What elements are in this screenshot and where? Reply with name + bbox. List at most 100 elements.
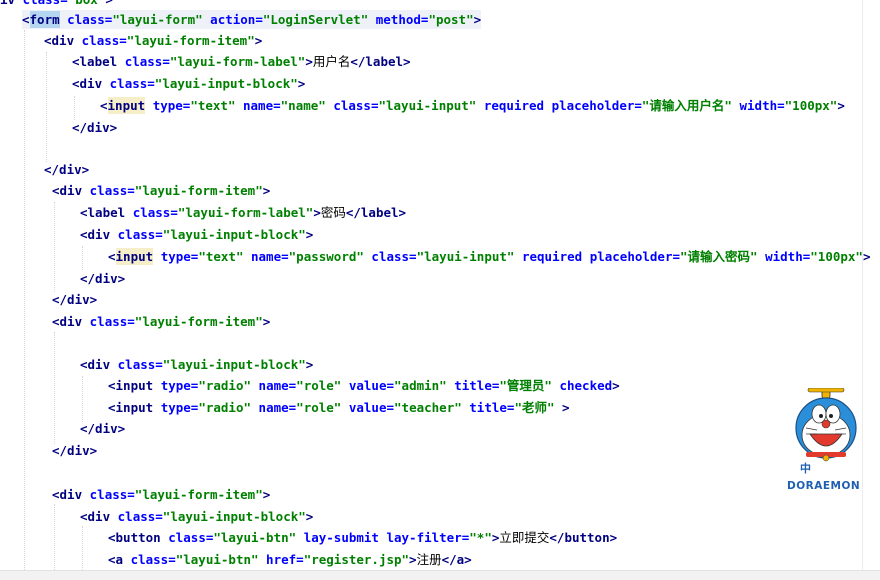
code-token: <label [80, 205, 133, 220]
code-line[interactable]: <input type="radio" name="role" value="a… [108, 376, 620, 395]
code-token: action= [202, 12, 263, 27]
code-token: class= [59, 12, 113, 27]
code-line[interactable]: <button class="layui-btn" lay-submit lay… [108, 528, 617, 547]
code-token: <div [80, 227, 118, 242]
indent-guide [54, 332, 55, 444]
code-token: "layui-form-item" [134, 183, 263, 198]
code-token: value= [341, 400, 395, 415]
code-token: "radio" [198, 378, 252, 393]
code-line[interactable]: <div class="layui-input-block"> [72, 74, 305, 93]
code-token: <div [80, 509, 118, 524]
code-token: type= [153, 249, 199, 264]
code-token: lay-submit lay-filter= [296, 530, 470, 545]
code-token: </div> [52, 443, 98, 458]
code-line[interactable]: <form class="layui-form" action="LoginSe… [22, 10, 482, 29]
code-token: </div> [72, 120, 118, 135]
code-token: > [262, 183, 271, 198]
code-line[interactable]: </div> [52, 290, 97, 309]
code-token: </div> [80, 271, 126, 286]
code-token: "LoginServlet" [262, 12, 369, 27]
code-token: </div> [80, 421, 126, 436]
code-token: "layui-form-label" [177, 205, 314, 220]
code-token: 用户名 [312, 54, 351, 69]
propeller-icon [807, 388, 845, 399]
code-line[interactable]: <a class="layui-btn" href="register.jsp"… [108, 550, 472, 569]
code-token: title= [461, 400, 515, 415]
code-token: input [115, 248, 154, 265]
code-token: > [409, 552, 417, 567]
code-token: "layui-form-item" [134, 314, 263, 329]
code-editor[interactable]: iv class="box"><form class="layui-form" … [0, 0, 880, 570]
code-line[interactable]: <input type="text" name="name" class="la… [100, 96, 845, 115]
code-token: href= [258, 552, 304, 567]
code-token: "layui-form-label" [169, 54, 306, 69]
code-token: 立即提交 [499, 530, 550, 545]
code-token: "layui-btn" [175, 552, 259, 567]
code-token: <label [72, 54, 125, 69]
code-token: > [305, 227, 314, 242]
code-token: class= [168, 530, 214, 545]
code-token: class= [117, 357, 163, 372]
code-token: name= [251, 400, 297, 415]
code-token: method= [368, 12, 429, 27]
code-line[interactable]: iv class="box"> [0, 0, 113, 9]
code-token: "admin" [394, 378, 447, 393]
code-line[interactable]: <div class="layui-form-item"> [52, 312, 270, 331]
code-line[interactable]: <div class="layui-input-block"> [80, 355, 313, 374]
code-token: > [262, 314, 271, 329]
code-token: > [862, 249, 871, 264]
indent-guide [82, 246, 83, 270]
code-token: </div> [44, 162, 90, 177]
code-token: "text" [190, 98, 236, 113]
code-line[interactable]: </div> [80, 419, 125, 438]
code-token: type= [145, 98, 191, 113]
indent-guide [82, 526, 83, 570]
code-token: "*" [469, 530, 492, 545]
code-token: checked [551, 378, 613, 393]
code-token: width= [731, 98, 785, 113]
code-token: "role" [296, 400, 342, 415]
code-token: value= [341, 378, 395, 393]
code-token: > [297, 76, 306, 91]
code-token: class= [23, 0, 68, 8]
code-token: input [107, 97, 146, 114]
code-token: > [305, 509, 314, 524]
code-token: "请输入密码" [680, 249, 758, 264]
code-token: </div> [52, 292, 98, 307]
code-token: <div [72, 76, 110, 91]
code-line[interactable]: <label class="layui-form-label">密码</labe… [80, 203, 406, 222]
code-token: <div [80, 357, 118, 372]
code-token: "layui-input" [416, 249, 515, 264]
code-token: > [262, 487, 271, 502]
code-token: <button [108, 530, 169, 545]
code-token: 密码 [320, 205, 346, 220]
code-token: </button> [549, 530, 618, 545]
code-line[interactable]: <div class="layui-input-block"> [80, 225, 313, 244]
code-line[interactable]: </div> [72, 118, 117, 137]
code-token: "teacher" [394, 400, 462, 415]
code-token: "password" [288, 249, 364, 264]
code-line[interactable]: </div> [52, 441, 97, 460]
code-line[interactable]: </div> [44, 160, 89, 179]
code-line[interactable]: <input type="radio" name="role" value="t… [108, 398, 570, 417]
code-line[interactable]: <div class="layui-input-block"> [80, 507, 313, 526]
code-token: < [100, 98, 108, 113]
code-line[interactable]: </div> [80, 269, 125, 288]
code-line[interactable]: <div class="layui-form-item"> [44, 31, 262, 50]
code-token: 注册 [416, 552, 442, 567]
code-token: "老师" [514, 400, 555, 415]
code-token: name= [235, 98, 281, 113]
code-line[interactable]: <div class="layui-form-item"> [52, 485, 270, 504]
code-line[interactable]: <label class="layui-form-label">用户名</lab… [72, 52, 411, 71]
code-token: "layui-form-item" [134, 487, 263, 502]
code-token: width= [757, 249, 811, 264]
code-token: name= [251, 378, 297, 393]
code-token: < [108, 249, 116, 264]
indent-guide [46, 52, 47, 162]
code-line[interactable]: <input type="text" name="password" class… [108, 247, 870, 266]
code-token: class= [89, 183, 135, 198]
code-token: class= [132, 205, 178, 220]
indent-guide [82, 376, 83, 422]
code-token: "管理员" [499, 378, 552, 393]
code-line[interactable]: <div class="layui-form-item"> [52, 181, 270, 200]
